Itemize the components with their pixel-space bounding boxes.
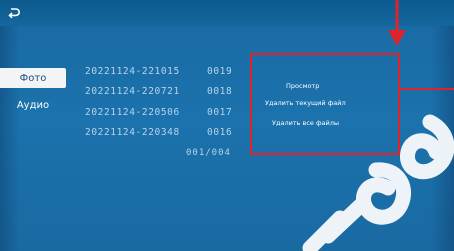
list-item[interactable]: 20221124-220721 0018 — [85, 86, 245, 100]
list-item[interactable]: 20221124-221015 0019 — [85, 66, 245, 80]
sidebar-item-audio[interactable]: Аудио — [0, 95, 66, 115]
file-number: 0017 — [207, 107, 233, 118]
file-name: 20221124-221015 — [85, 66, 180, 77]
annotation-line — [400, 88, 454, 90]
top-bar — [0, 0, 454, 26]
file-number: 0019 — [207, 66, 233, 77]
list-item[interactable]: 20221124-220506 0017 — [85, 107, 245, 121]
page-counter: 001/004 — [186, 148, 231, 158]
screen: Фото Аудио 20221124-221015 0019 20221124… — [0, 0, 454, 251]
back-arrow-icon[interactable] — [7, 6, 21, 20]
sidebar-item-label: Фото — [19, 72, 47, 84]
menu-item-view[interactable]: Просмотр — [286, 82, 319, 90]
annotation-arrow — [388, 0, 406, 46]
file-number: 0018 — [207, 86, 233, 97]
file-name: 20221124-220506 — [85, 107, 180, 118]
sidebar-item-photo[interactable]: Фото — [0, 68, 66, 88]
file-name: 20221124-220721 — [85, 86, 180, 97]
file-number: 0016 — [207, 127, 233, 138]
sidebar-item-label: Аудио — [16, 99, 50, 111]
list-item[interactable]: 20221124-220348 0016 — [85, 127, 245, 141]
menu-item-delete-current[interactable]: Удалить текущий файл — [265, 99, 346, 107]
menu-item-delete-all[interactable]: Удалить все файлы — [272, 119, 339, 127]
file-name: 20221124-220348 — [85, 127, 180, 138]
